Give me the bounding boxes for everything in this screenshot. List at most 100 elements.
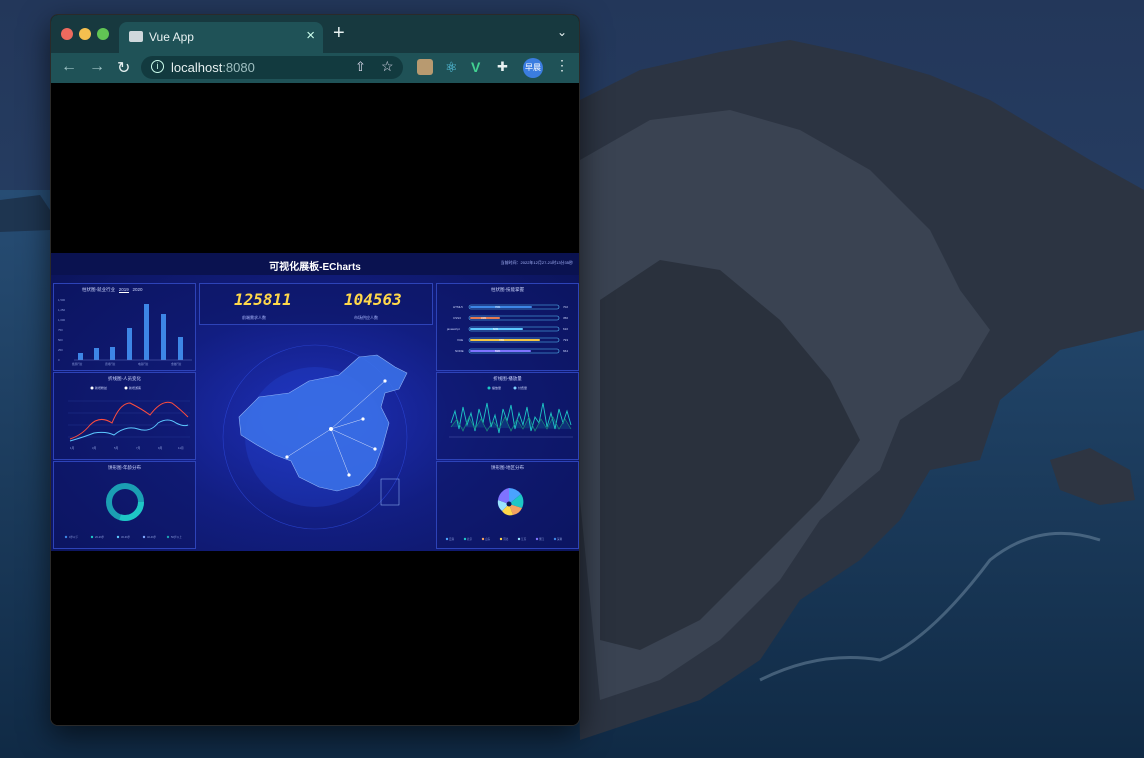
current-time: 当前时间：2022年12月27-21时13分35秒	[500, 260, 573, 265]
bar	[110, 347, 115, 360]
y-tick: 750	[58, 328, 63, 332]
site-info-icon[interactable]: i	[151, 60, 164, 73]
legend-item: 深圳	[557, 537, 563, 541]
minimize-window-button[interactable]	[79, 28, 91, 40]
legend-item: 浙江	[539, 537, 545, 541]
map-city-point[interactable]	[373, 447, 377, 451]
extension-palette-icon[interactable]	[417, 59, 433, 75]
skill-bar-panel: 柱状图-技能掌握 HTML5 CSS3 javascript VUE NODE	[436, 283, 579, 371]
legend-item: 50岁以上	[171, 535, 182, 539]
skill-total: 793	[563, 338, 568, 342]
x-tick: 旅游行业	[72, 362, 83, 366]
donut-chart: 0岁以下 20-29岁 30-39岁 40-49岁 50岁以上	[64, 483, 182, 539]
y-tick: 1,500	[58, 298, 65, 302]
react-devtools-icon[interactable]: ⚛	[445, 59, 461, 75]
series-line-green	[450, 416, 572, 432]
donut-chart-panel: 饼形图-年龄分布 0岁以下 20-29岁 30-39岁 40-49岁 50岁以上	[53, 461, 196, 549]
tab-vue-app[interactable]: Vue App ×	[119, 22, 323, 53]
skill-total: 610	[563, 327, 568, 331]
south-sea-inset	[380, 478, 400, 506]
y-tick: 0	[58, 358, 60, 362]
extensions-puzzle-icon[interactable]: ✚	[497, 59, 513, 75]
url-text: localhost:8080	[171, 60, 255, 75]
legend-item: 江苏	[521, 537, 527, 541]
bar	[127, 328, 132, 360]
skill-pct: 70%	[495, 305, 501, 309]
legend-b: 付费量	[518, 385, 527, 390]
legend-a: 播放量	[492, 385, 501, 390]
back-arrow-icon[interactable]: ←	[61, 58, 77, 76]
year-toggle-2020[interactable]: 2020	[133, 287, 143, 292]
x-tick: 5月	[114, 446, 119, 450]
wave-panel-title: 折线图-播放量	[493, 376, 522, 381]
map-city-point[interactable]	[285, 455, 289, 459]
url-host: localhost	[171, 60, 223, 75]
legend-b: 新增游客	[129, 385, 141, 390]
new-tab-button[interactable]: +	[333, 22, 345, 45]
wave-chart: 播放量 付费量	[449, 385, 573, 438]
skill-bar-chart: HTML5 CSS3 javascript VUE NODE 70% 34% 6…	[446, 304, 568, 354]
skill-bar-fill	[470, 306, 532, 308]
bar	[94, 348, 99, 360]
skill-name: NODE	[455, 349, 464, 353]
forward-arrow-icon[interactable]: →	[89, 58, 105, 76]
year-toggle-2019[interactable]: 2019	[118, 287, 129, 293]
bar	[144, 304, 149, 360]
x-tick: 9月	[158, 446, 163, 450]
y-tick: 250	[58, 348, 63, 352]
dashboard: 可视化展板-ECharts 当前时间：2022年12月27-21时13分35秒 …	[51, 253, 579, 551]
close-window-button[interactable]	[61, 28, 73, 40]
legend-item: 北京	[467, 537, 473, 541]
skill-total: 664	[563, 349, 568, 353]
bookmark-star-icon[interactable]: ☆	[381, 58, 394, 75]
map-city-point[interactable]	[329, 427, 333, 431]
china-map	[222, 344, 408, 530]
map-city-point[interactable]	[361, 417, 365, 421]
tab-search-chevron-icon[interactable]: ⌄	[557, 25, 567, 39]
skill-total: 702	[563, 305, 568, 309]
rose-chart-panel: 饼形图-地区分布 云南 北京 山东 河北 江苏 浙江 深圳	[436, 461, 579, 549]
legend-item: 0岁以下	[69, 535, 79, 539]
bar	[161, 314, 166, 360]
dashboard-header: 可视化展板-ECharts 当前时间：2022年12月27-21时13分35秒	[51, 253, 579, 275]
reload-icon[interactable]: ↻	[117, 58, 130, 78]
profile-avatar[interactable]: 早晨	[523, 58, 543, 78]
page-favicon-icon	[129, 31, 143, 42]
line-chart: 新增粉丝 新增游客 1月 3月 5月 7月 9月 11月	[68, 385, 190, 450]
legend-item: 云南	[449, 537, 455, 541]
skill-pct: 34%	[481, 316, 487, 320]
map-city-point[interactable]	[347, 473, 351, 477]
browser-menu-icon[interactable]: ⋮	[555, 57, 569, 74]
legend-item: 河北	[503, 537, 509, 541]
x-tick: 3月	[92, 446, 97, 450]
y-tick: 1,000	[58, 318, 65, 322]
x-tick: 电商行业	[138, 362, 149, 366]
bar-chart-panel: 柱状图-就业行业 2019 2020 1,500 1,250 1,000 750…	[53, 283, 196, 371]
skill-pct: 78%	[499, 338, 505, 342]
legend-a: 新增粉丝	[95, 385, 107, 390]
line-panel-title: 折线图-人员变化	[108, 376, 141, 381]
close-tab-icon[interactable]: ×	[306, 27, 315, 44]
address-bar[interactable]: i localhost:8080 ⇧ ☆	[141, 56, 403, 79]
rose-panel-title: 饼形图-地区分布	[491, 465, 524, 470]
zoom-window-button[interactable]	[97, 28, 109, 40]
skill-bar-fill	[470, 350, 531, 352]
skill-pct: 60%	[493, 327, 499, 331]
bar-chart: 1,500 1,250 1,000 750 500 250 0 旅游行业 游戏行…	[58, 298, 192, 366]
vue-devtools-icon[interactable]: V	[471, 59, 487, 75]
donut-panel-title: 饼形图-年龄分布	[108, 465, 141, 470]
counter-supply-label: 市场供应人数	[354, 315, 378, 320]
skill-pct: 69%	[495, 349, 501, 353]
legend-item: 30-39岁	[121, 535, 131, 539]
counter-supply-value: 104563	[344, 290, 402, 309]
counter-panel: 125811 前端需求人数 104563 市场供应人数	[199, 283, 433, 325]
skill-name: HTML5	[453, 305, 463, 309]
bar	[78, 353, 83, 360]
skill-bar-fill	[470, 339, 540, 341]
map-city-point[interactable]	[383, 379, 387, 383]
legend-item: 20-29岁	[95, 535, 105, 539]
x-tick: 游戏行业	[105, 362, 116, 366]
page-viewport: 可视化展板-ECharts 当前时间：2022年12月27-21时13分35秒 …	[51, 83, 579, 725]
browser-window: Vue App × + ⌄ ← → ↻ i localhost:8080 ⇧ ☆…	[50, 14, 580, 726]
share-icon[interactable]: ⇧	[355, 59, 366, 75]
